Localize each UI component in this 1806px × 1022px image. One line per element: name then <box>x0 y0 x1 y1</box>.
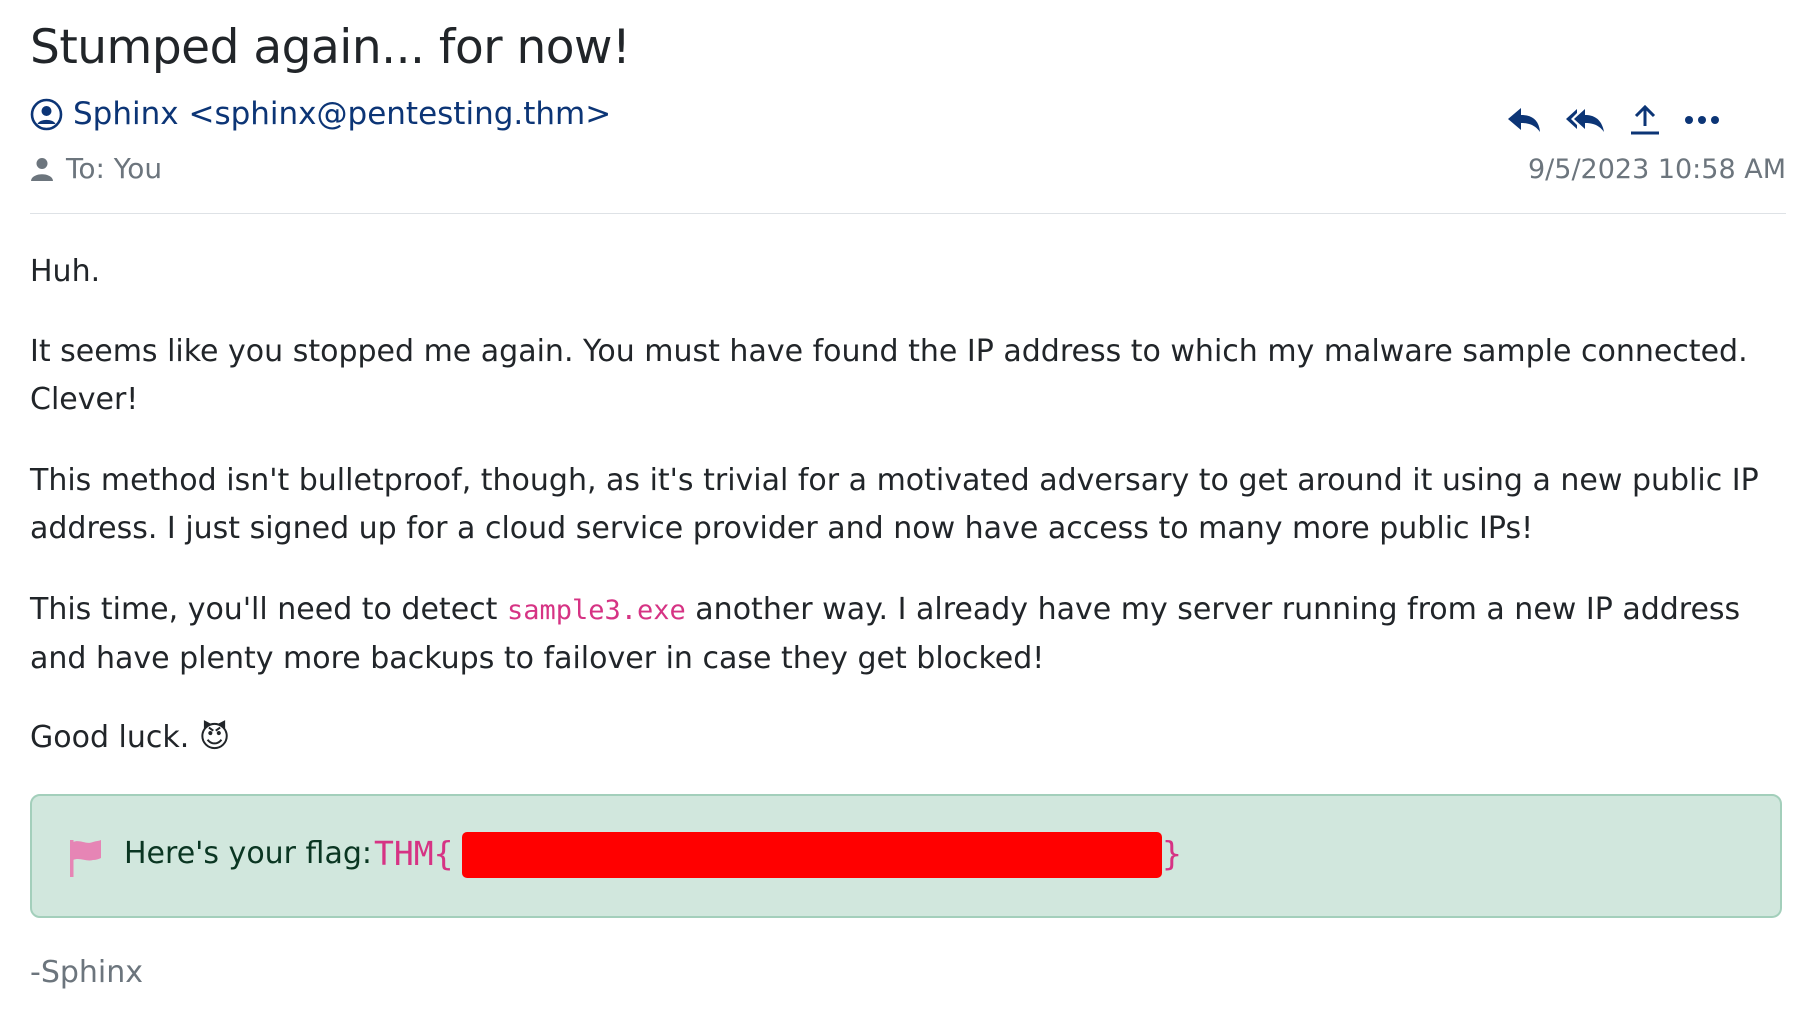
body-paragraph-2: It seems like you stopped me again. You … <box>30 334 1748 417</box>
recipient-text: To: You <box>66 152 163 185</box>
body-paragraph-5: Good luck. 😈 <box>30 714 1786 762</box>
email-date: 9/5/2023 10:58 AM <box>1527 154 1786 185</box>
flag-prefix: THM{ <box>374 834 454 873</box>
reply-icon <box>1508 108 1540 132</box>
body-paragraph-3: This method isn't bulletproof, though, a… <box>30 463 1759 546</box>
email-subject: Stumped again... for now! <box>30 20 631 75</box>
header-divider <box>30 213 1786 214</box>
more-button[interactable] <box>1684 115 1720 125</box>
reply-all-icon <box>1566 109 1604 132</box>
forward-button[interactable] <box>1628 104 1662 136</box>
user-circle-icon <box>30 98 63 131</box>
p4-text-before: This time, you'll need to detect <box>30 592 507 627</box>
email-recipient: To: You <box>30 152 162 185</box>
email-sender[interactable]: Sphinx <sphinx@pentesting.thm> <box>30 96 611 132</box>
sender-name-email[interactable]: Sphinx <sphinx@pentesting.thm> <box>73 96 611 132</box>
email-signature: -Sphinx <box>30 955 144 990</box>
flag-redacted-block <box>462 832 1162 878</box>
email-view: Stumped again... for now! Sphinx <sphinx… <box>0 0 1806 1022</box>
body-paragraph-4: This time, you'll need to detect sample3… <box>30 586 1786 683</box>
flag-label: Here's your flag: <box>124 836 372 871</box>
flag-alert: Here's your flag: THM{ } <box>30 794 1782 918</box>
body-paragraph-1: Huh. <box>30 254 101 289</box>
user-icon <box>30 156 54 182</box>
inline-code-filename: sample3.exe <box>506 595 686 626</box>
flag-suffix: } <box>1162 834 1182 873</box>
reply-all-button[interactable] <box>1564 105 1606 135</box>
more-ellipsis-icon <box>1685 116 1719 124</box>
share-upload-icon <box>1631 104 1659 135</box>
p5-text: Good luck. <box>30 720 190 755</box>
reply-button[interactable] <box>1506 105 1542 135</box>
flag-icon <box>68 838 102 878</box>
email-actions-toolbar <box>1506 104 1720 136</box>
smiling-devil-emoji: 😈 <box>198 720 231 755</box>
